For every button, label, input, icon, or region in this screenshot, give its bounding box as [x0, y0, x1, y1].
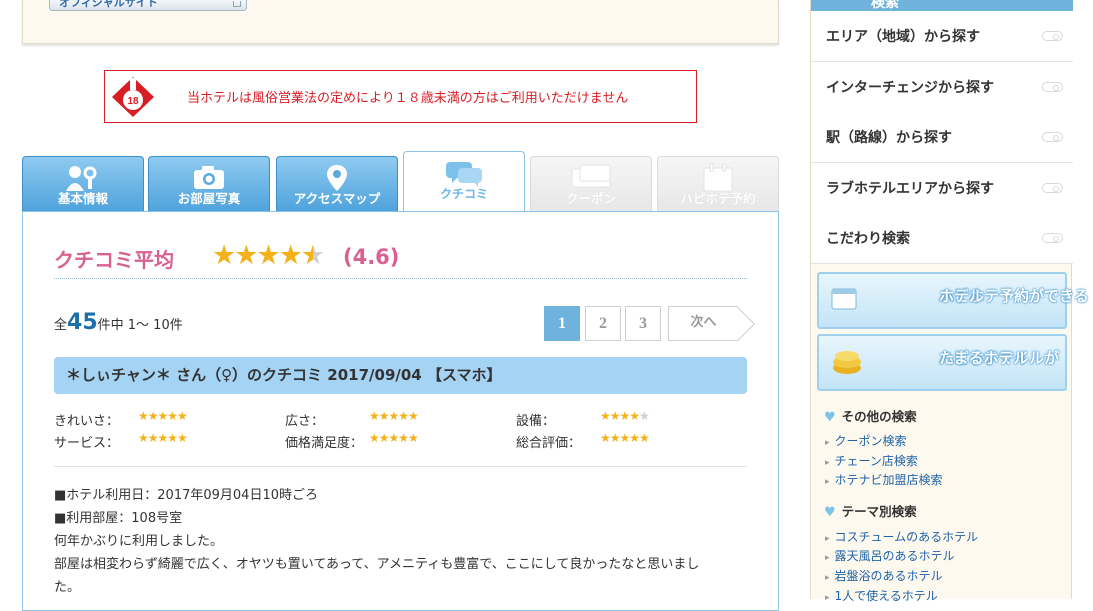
age-18-icon: 18	[112, 77, 154, 117]
rating-stars-equipment: ★★★★★	[600, 409, 650, 423]
review-line: ■利用部屋：108号室	[54, 511, 183, 526]
average-score: (4.6)	[343, 245, 400, 269]
arrow-icon	[1042, 82, 1063, 92]
arrow-icon	[1042, 132, 1063, 142]
tab-label: クチコミ	[439, 187, 488, 201]
tab-label: ハピホテ予約	[680, 191, 756, 206]
tab-label: お部屋写真	[177, 191, 241, 206]
review-line: 何年かぶりに利用しました。	[54, 534, 224, 549]
official-site-label: オフィシャルサイト	[59, 0, 158, 9]
page-3-button[interactable]: 3	[625, 306, 661, 341]
rating-stars-price: ★★★★★	[369, 431, 419, 445]
divider	[54, 278, 747, 279]
page-1-button[interactable]: 1	[544, 306, 580, 341]
link-costume[interactable]: コスチュームのあるホテル	[825, 528, 979, 545]
link-open-air-bath[interactable]: 露天風呂のあるホテル	[825, 547, 955, 564]
link-coupon-search[interactable]: クーポン検索	[825, 432, 907, 449]
review-line: 部屋は相変わらず綺麗で広く、オヤツも置いてあって、アメニティも豊富で、ここにして…	[54, 557, 700, 572]
sidebar: 検索 エリア（地域）から探す インターチェンジから探す 駅（路線）から探す ラブ…	[810, 0, 1089, 603]
average-rating-stars: ★★★★★	[212, 240, 325, 271]
hotel-tabs: 基本情報 お部屋写真 アクセスマップ クチコミ クーポン ハピホテ予約	[22, 150, 779, 212]
rating-label-size: 広さ：	[285, 414, 325, 429]
page-2-button[interactable]: 2	[585, 306, 621, 341]
arrow-icon	[1042, 233, 1063, 243]
sidebar-header: 検索	[811, 0, 1073, 11]
arrow-icon	[1042, 31, 1063, 41]
tab-label: アクセスマップ	[293, 191, 381, 206]
tab-basic-info[interactable]: 基本情報	[22, 156, 144, 212]
link-bedrock-bath[interactable]: 岩盤浴のあるホテル	[825, 567, 943, 584]
reservation-hotels-banner[interactable]: ハピホテ予約ができる ホテル	[817, 272, 1089, 329]
heart-icon: ♥	[824, 505, 836, 520]
rating-label-overall: 総合評価：	[516, 436, 582, 451]
coins-icon	[833, 351, 861, 374]
review-line: た。	[54, 580, 81, 595]
reviews-panel: クチコミ平均 ★★★★★ (4.6) 全45件中 1～ 10件 1 2 3 次へ…	[22, 211, 779, 611]
sidebar-item-interchange[interactable]: インターチェンジから探す	[811, 62, 1073, 113]
next-page-button[interactable]: 次へ	[668, 306, 738, 341]
link-member-search[interactable]: ホテナビ加盟店検索	[825, 471, 943, 488]
divider	[54, 466, 747, 467]
age-restriction-notice: 18 当ホテルは風俗営業法の定めにより１８歳未満の方はご利用いただけません	[104, 70, 697, 123]
external-link-icon	[233, 1, 241, 7]
sidebar-item-area[interactable]: エリア（地域）から探す	[811, 11, 1073, 62]
sidebar-item-lovehotel-area[interactable]: ラブホテルエリアから探す	[811, 163, 1073, 214]
tab-coupon: クーポン	[530, 156, 652, 212]
total-count: 45	[67, 310, 98, 335]
tab-access-map[interactable]: アクセスマップ	[276, 156, 398, 212]
tab-label: クーポン	[565, 191, 616, 206]
tab-room-photos[interactable]: お部屋写真	[148, 156, 270, 212]
rating-label-price: 価格満足度：	[285, 436, 364, 451]
rating-label-equipment: 設備：	[516, 414, 556, 429]
review-heading: ＊しぃチャン＊ さん（♀）のクチコミ 2017/09/04 【スマホ】	[54, 357, 747, 394]
sidebar-item-detailed-search[interactable]: こだわり検索	[811, 213, 1073, 264]
rating-stars-service: ★★★★★	[138, 431, 188, 445]
tab-hapihote-reservation: ハピホテ予約	[657, 156, 779, 212]
review-average-title: クチコミ平均	[54, 248, 174, 272]
sidebar-item-station[interactable]: 駅（路線）から探す	[811, 112, 1073, 163]
official-site-button[interactable]: オフィシャルサイト	[49, 0, 247, 11]
link-chain-search[interactable]: チェーン店検索	[825, 452, 918, 469]
age-badge-text: 18	[127, 96, 139, 107]
tab-label: 基本情報	[57, 191, 108, 206]
rating-stars-cleanliness: ★★★★★	[138, 409, 188, 423]
heart-icon: ♥	[824, 410, 836, 425]
camera-icon	[194, 166, 224, 189]
rating-label-service: サービス：	[54, 436, 120, 451]
rating-stars-size: ★★★★★	[369, 409, 419, 423]
hotel-info-box: オフィシャルサイト	[22, 0, 779, 44]
mile-hotels-banner[interactable]: ハピホテマイルが たまるホテル	[817, 334, 1067, 391]
reservation-icon	[831, 288, 857, 310]
theme-search-title: ♥ テーマ別検索	[824, 504, 917, 520]
review-line: ■ホテル利用日：2017年09月04日10時ごろ	[54, 488, 318, 503]
rating-stars-overall: ★★★★★	[600, 431, 650, 445]
tab-reviews[interactable]: クチコミ	[403, 151, 525, 212]
link-single-use[interactable]: 1人で使えるホテル	[825, 587, 938, 604]
result-count: 全45件中 1～ 10件	[54, 310, 183, 335]
other-search-title: ♥ その他の検索	[824, 409, 917, 425]
arrow-icon	[1042, 183, 1063, 193]
age-notice-text: 当ホテルは風俗営業法の定めにより１８歳未満の方はご利用いただけません	[187, 91, 629, 106]
rating-label-cleanliness: きれいさ：	[54, 414, 120, 429]
